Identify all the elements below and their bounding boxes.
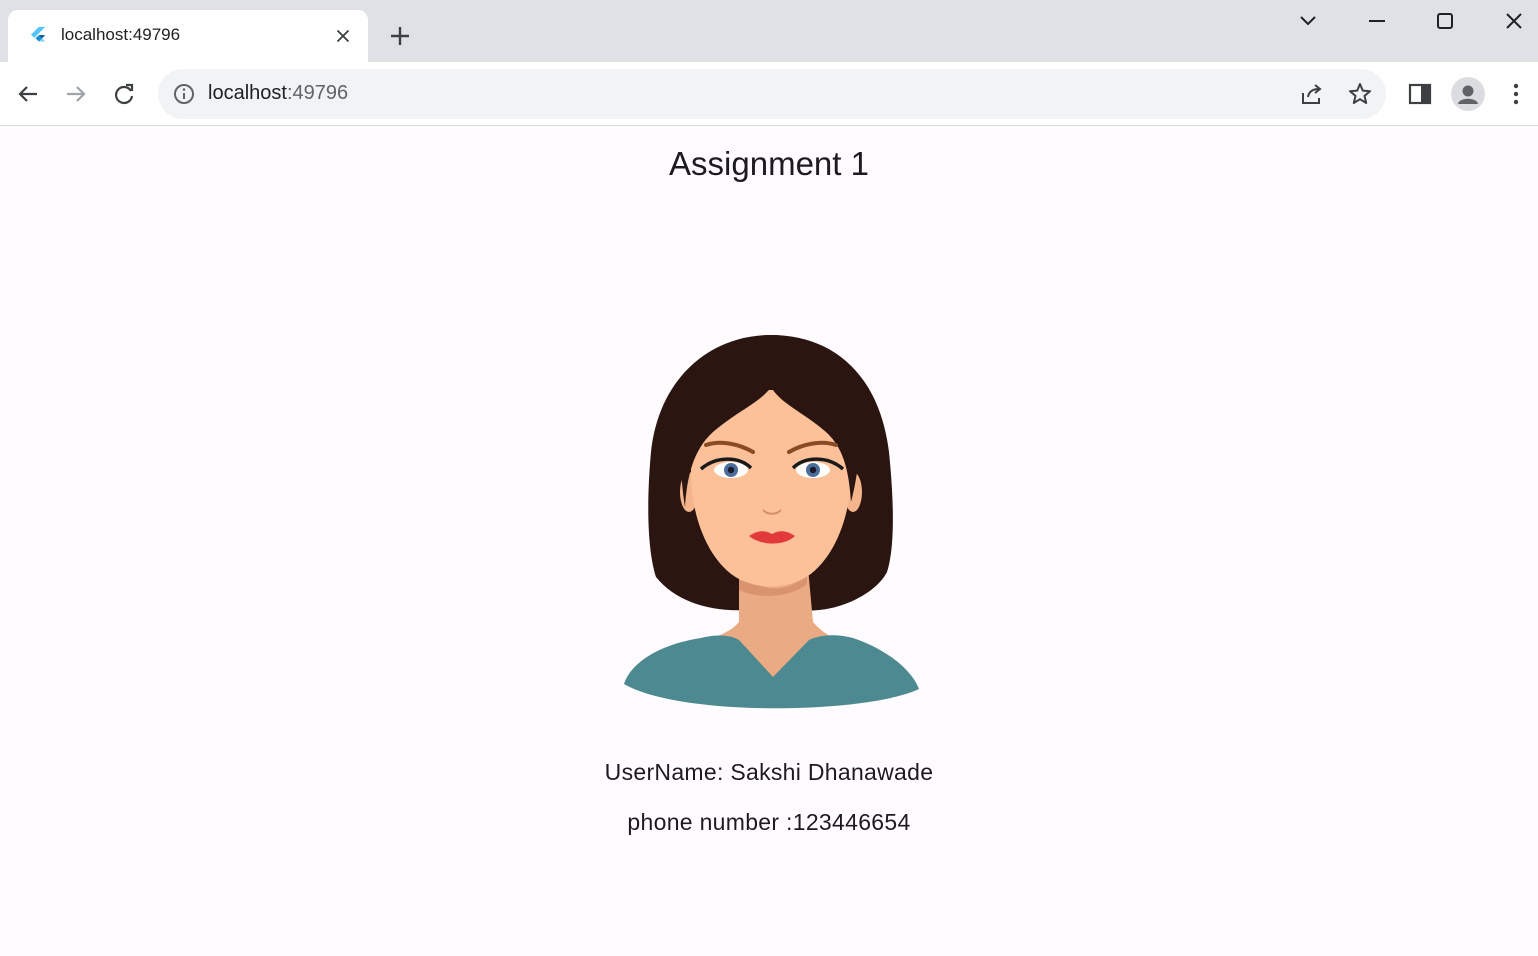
app-page: Assignment 1 UserName: Sakshi Dhanawade (0, 127, 1538, 956)
phone-number-text: phone number :123446654 (627, 809, 911, 835)
username-text: UserName: Sakshi Dhanawade (604, 759, 934, 785)
new-tab-button[interactable] (386, 22, 414, 50)
tab-title: localhost:49796 (61, 25, 181, 44)
url-text[interactable]: localhost:49796 (208, 82, 348, 105)
more-vertical-icon[interactable] (1501, 79, 1531, 109)
maximize-icon[interactable] (1430, 6, 1460, 36)
app-title: Assignment 1 (669, 145, 869, 182)
back-arrow-icon[interactable] (13, 79, 43, 109)
flutter-logo-icon (31, 26, 46, 42)
share-icon[interactable] (1299, 81, 1325, 107)
url-host: localhost (208, 82, 287, 104)
tab-close-icon[interactable] (332, 25, 354, 47)
reload-icon[interactable] (109, 79, 139, 109)
profile-person-icon (1458, 85, 1478, 104)
profile-icon[interactable] (1451, 77, 1485, 111)
address-bar[interactable]: localhost:49796 (158, 69, 1386, 119)
tab-strip: localhost:49796 (0, 0, 1538, 62)
browser-toolbar: localhost:49796 (0, 62, 1538, 126)
info-icon[interactable] (172, 82, 196, 106)
star-icon[interactable] (1347, 81, 1373, 107)
forward-arrow-icon[interactable] (61, 79, 91, 109)
close-icon[interactable] (1499, 6, 1529, 36)
minimize-icon[interactable] (1362, 6, 1392, 36)
side-panel-icon[interactable] (1405, 79, 1435, 109)
url-port: :49796 (286, 82, 349, 104)
browser-tab[interactable]: localhost:49796 (8, 10, 368, 62)
woman-avatar-illustration (624, 335, 919, 709)
tab-search-icon[interactable] (1293, 6, 1323, 36)
